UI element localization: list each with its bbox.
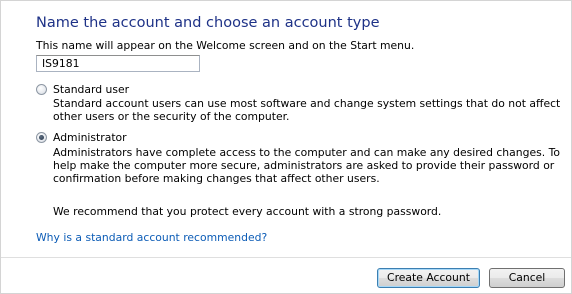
- administrator-radio[interactable]: [36, 132, 47, 143]
- standard-user-radio[interactable]: [36, 84, 47, 95]
- page-title: Name the account and choose an account t…: [36, 15, 380, 31]
- footer-divider: [1, 257, 571, 258]
- account-name-input[interactable]: [36, 55, 200, 72]
- administrator-label[interactable]: Administrator: [53, 131, 127, 144]
- intro-text: This name will appear on the Welcome scr…: [36, 39, 415, 52]
- password-recommendation: We recommend that you protect every acco…: [53, 205, 442, 218]
- standard-user-option[interactable]: Standard user: [36, 83, 129, 96]
- standard-user-description: Standard account users can use most soft…: [53, 97, 561, 123]
- create-account-button[interactable]: Create Account: [377, 268, 480, 288]
- standard-user-label[interactable]: Standard user: [53, 83, 129, 96]
- standard-account-help-link[interactable]: Why is a standard account recommended?: [36, 231, 267, 244]
- administrator-description: Administrators have complete access to t…: [53, 146, 560, 185]
- administrator-option[interactable]: Administrator: [36, 131, 127, 144]
- cancel-button[interactable]: Cancel: [489, 268, 565, 288]
- create-account-panel: Name the account and choose an account t…: [0, 0, 572, 294]
